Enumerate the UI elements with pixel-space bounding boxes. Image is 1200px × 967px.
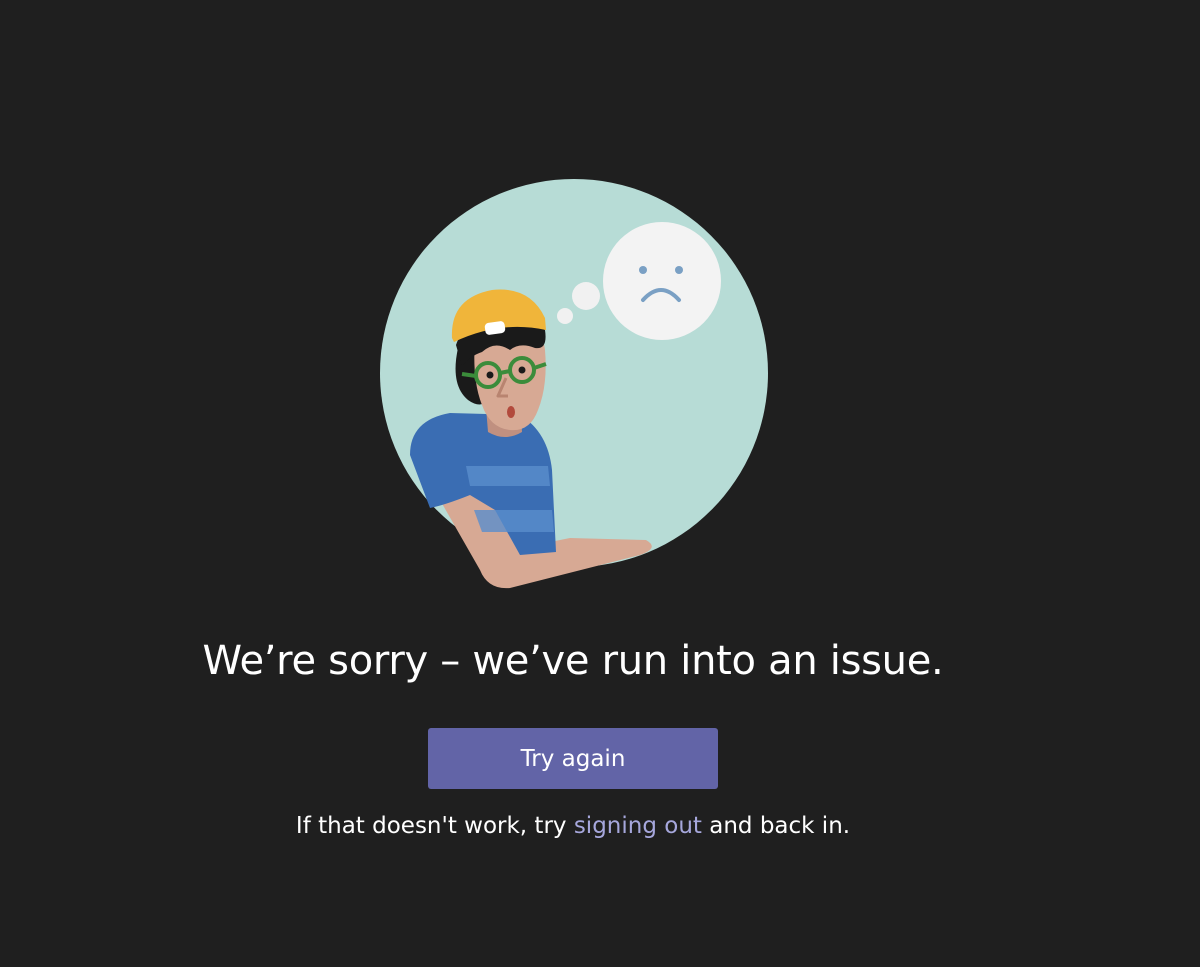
thought-dot-small: [557, 308, 573, 324]
sign-out-link[interactable]: signing out: [574, 813, 702, 839]
error-page: We’re sorry – we’ve run into an issue. T…: [0, 0, 1200, 967]
sad-person-illustration: [380, 179, 768, 589]
thought-dot-medium: [572, 282, 600, 310]
help-text-after: and back in.: [701, 813, 851, 839]
help-text: If that doesn't work, try signing out an…: [0, 813, 1146, 839]
error-title: We’re sorry – we’ve run into an issue.: [202, 638, 944, 684]
help-text-before: If that doesn't work, try: [295, 813, 574, 839]
background-circle: [380, 179, 768, 567]
try-again-button[interactable]: Try again: [428, 728, 718, 789]
sad-face-icon: [603, 222, 721, 340]
